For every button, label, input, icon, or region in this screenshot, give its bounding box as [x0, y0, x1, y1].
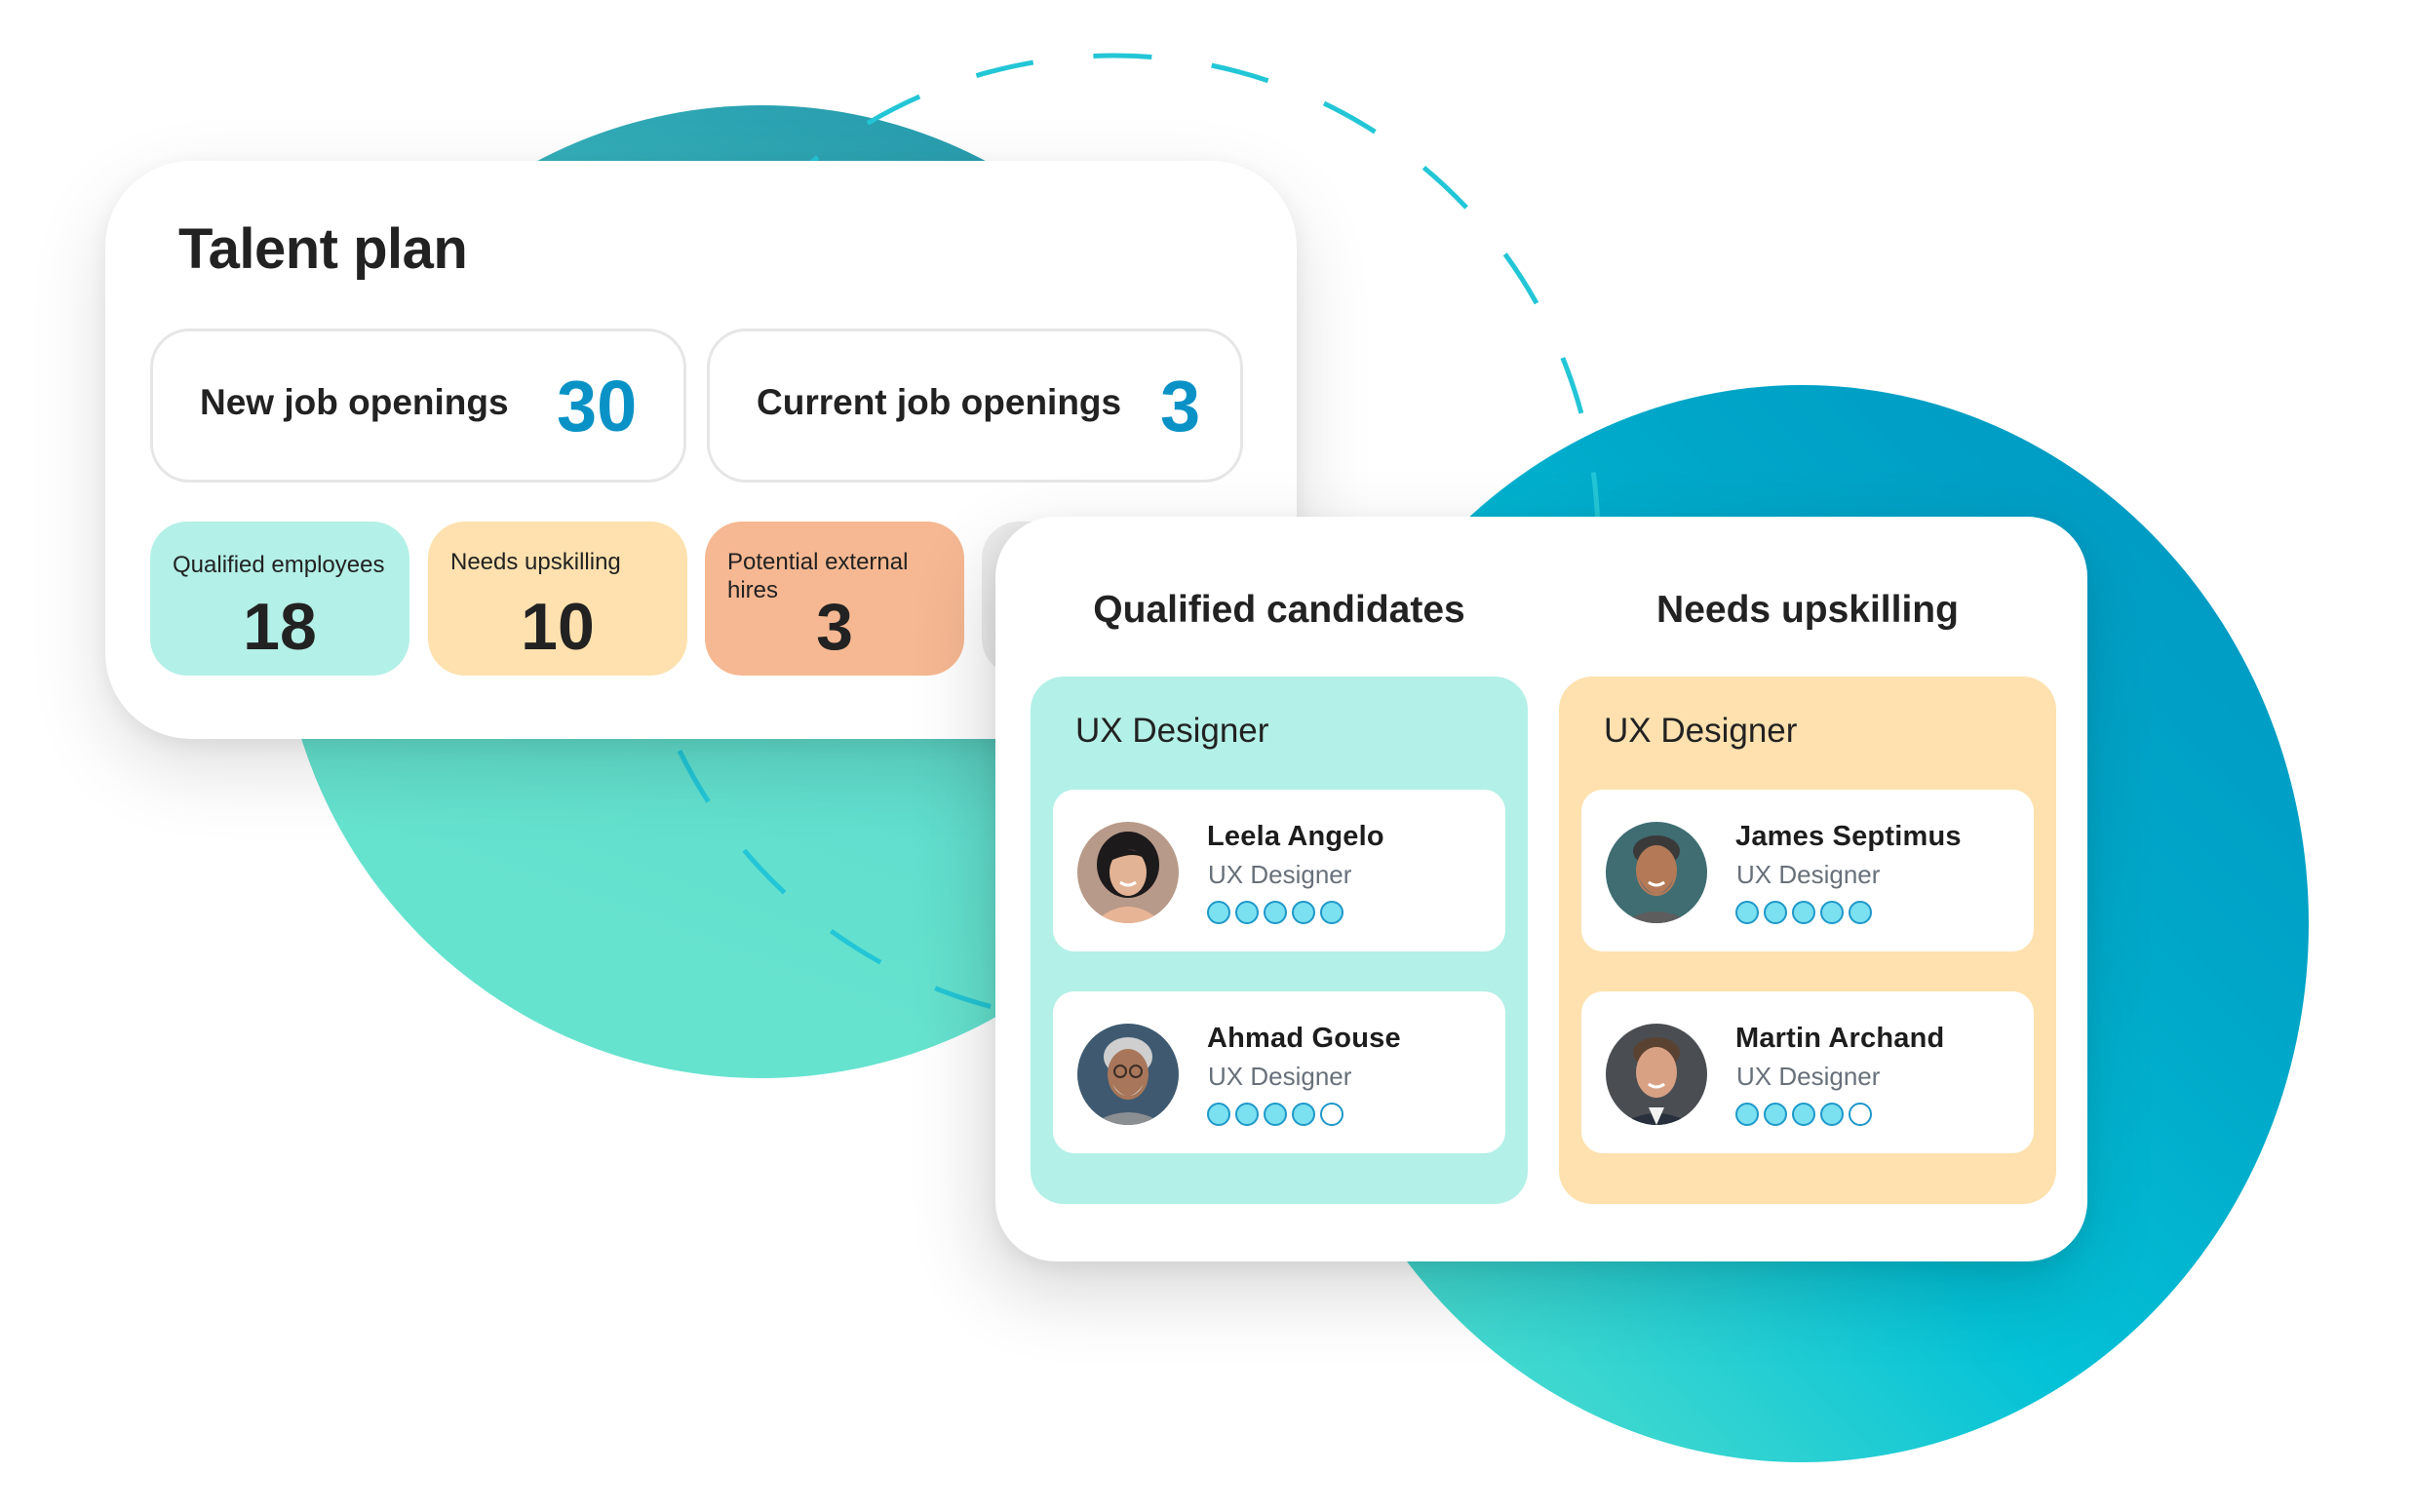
- rating-dot-filled-icon: [1264, 1103, 1287, 1126]
- tile-needs-upskilling[interactable]: Needs upskilling 10: [428, 522, 687, 676]
- skill-rating: [1207, 1103, 1343, 1128]
- rating-dot-filled-icon: [1264, 901, 1287, 924]
- skill-rating: [1735, 901, 1872, 926]
- candidate-role: UX Designer: [1208, 860, 1352, 889]
- candidate-name: Ahmad Gouse: [1207, 1023, 1401, 1054]
- rating-dot-filled-icon: [1207, 901, 1230, 924]
- candidate-name: Martin Archand: [1735, 1023, 1945, 1054]
- column-heading-qualified-candidates: Qualified candidates: [1093, 589, 1465, 631]
- rating-dot-filled-icon: [1820, 1103, 1844, 1126]
- rating-dot-filled-icon: [1235, 1103, 1259, 1126]
- column-heading-needs-upskilling: Needs upskilling: [1656, 589, 1959, 631]
- rating-dot-filled-icon: [1792, 901, 1815, 924]
- candidate-role: UX Designer: [1736, 860, 1881, 889]
- skill-rating: [1207, 901, 1343, 926]
- rating-dot-filled-icon: [1735, 1103, 1759, 1126]
- avatar-photo-icon: [1606, 1024, 1707, 1125]
- rating-dot-filled-icon: [1207, 1103, 1230, 1126]
- candidate-name: Leela Angelo: [1207, 821, 1384, 852]
- rating-dot-filled-icon: [1292, 1103, 1315, 1126]
- rating-dot-empty-icon: [1849, 1103, 1872, 1126]
- stat-label: Current job openings: [757, 382, 1122, 422]
- rating-dot-filled-icon: [1764, 1103, 1787, 1126]
- candidate-name: James Septimus: [1735, 821, 1962, 852]
- stat-label: New job openings: [200, 382, 509, 422]
- skill-rating: [1735, 1103, 1872, 1128]
- avatar: [1077, 1024, 1179, 1125]
- rating-dot-filled-icon: [1292, 901, 1315, 924]
- avatar: [1077, 822, 1179, 923]
- tile-qualified-employees[interactable]: Qualified employees 18: [150, 522, 409, 676]
- page-title: Talent plan: [178, 217, 468, 281]
- rating-dot-filled-icon: [1320, 901, 1343, 924]
- rating-dot-filled-icon: [1735, 901, 1759, 924]
- rating-dot-filled-icon: [1849, 901, 1872, 924]
- tile-value: 3: [816, 590, 853, 664]
- stat-current-job-openings[interactable]: Current job openings 3: [707, 329, 1243, 483]
- rating-dot-filled-icon: [1792, 1103, 1815, 1126]
- role-group-title: UX Designer: [1604, 712, 1798, 750]
- column-qualified-candidates: UX Designer Leela Angelo UX Designer Ahm…: [1031, 677, 1528, 1204]
- rating-dot-empty-icon: [1320, 1103, 1343, 1126]
- tile-value: 10: [521, 590, 595, 664]
- stat-value: 3: [1160, 366, 1201, 446]
- candidate-card[interactable]: James Septimus UX Designer: [1581, 790, 2034, 951]
- candidate-card[interactable]: Leela Angelo UX Designer: [1053, 790, 1505, 951]
- avatar: [1606, 822, 1707, 923]
- tile-label: Needs upskilling: [450, 549, 621, 575]
- rating-dot-filled-icon: [1235, 901, 1259, 924]
- avatar-photo-icon: [1077, 822, 1179, 923]
- rating-dot-filled-icon: [1820, 901, 1844, 924]
- candidate-card[interactable]: Ahmad Gouse UX Designer: [1053, 991, 1505, 1153]
- avatar: [1606, 1024, 1707, 1125]
- avatar-photo-icon: [1077, 1024, 1179, 1125]
- role-group-title: UX Designer: [1075, 712, 1269, 750]
- tile-label: Qualified employees: [173, 552, 385, 578]
- tile-value: 18: [243, 590, 317, 664]
- candidates-card: Qualified candidates Needs upskilling UX…: [995, 517, 2087, 1261]
- tile-potential-external-hires[interactable]: Potential external hires 3: [705, 522, 964, 676]
- avatar-photo-icon: [1606, 822, 1707, 923]
- rating-dot-filled-icon: [1764, 901, 1787, 924]
- candidate-role: UX Designer: [1736, 1062, 1881, 1091]
- stat-new-job-openings[interactable]: New job openings 30: [150, 329, 686, 483]
- candidate-role: UX Designer: [1208, 1062, 1352, 1091]
- column-needs-upskilling: UX Designer James Septimus UX Designer M…: [1559, 677, 2056, 1204]
- candidate-card[interactable]: Martin Archand UX Designer: [1581, 991, 2034, 1153]
- stat-value: 30: [557, 366, 638, 446]
